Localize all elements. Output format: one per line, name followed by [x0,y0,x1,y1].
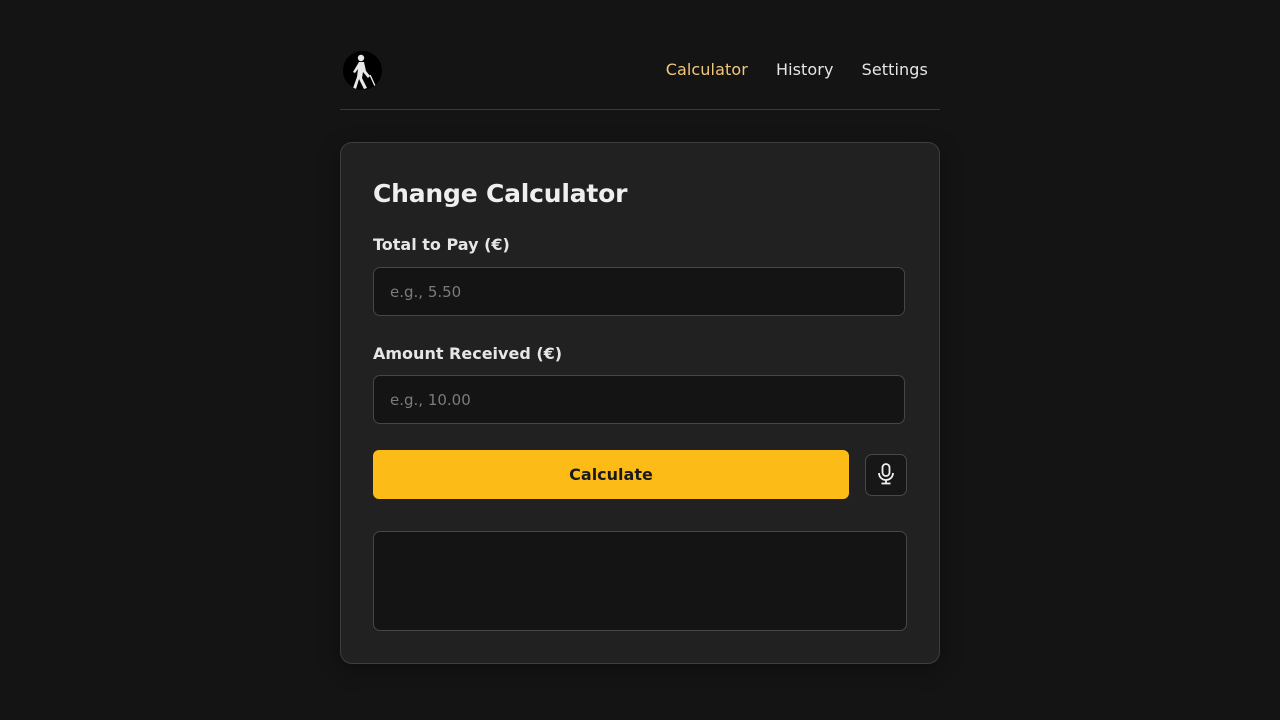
total-to-pay-label: Total to Pay (€) [373,235,510,254]
card-title: Change Calculator [373,179,628,208]
walking-person-with-cane-icon[interactable] [343,51,382,90]
nav-calculator[interactable]: Calculator [666,59,748,81]
top-header: Calculator History Settings [340,0,940,110]
microphone-button[interactable] [865,454,907,496]
nav-history[interactable]: History [776,59,834,81]
total-to-pay-input[interactable] [373,267,905,316]
result-output [373,531,907,631]
calculate-button[interactable]: Calculate [373,450,849,499]
amount-received-input[interactable] [373,375,905,424]
main-nav: Calculator History Settings [666,59,928,81]
app-container: Calculator History Settings Change Calcu… [340,0,940,664]
microphone-icon [877,462,895,488]
calculator-card: Change Calculator Total to Pay (€) Amoun… [340,142,940,664]
amount-received-label: Amount Received (€) [373,344,563,363]
nav-settings[interactable]: Settings [862,59,928,81]
